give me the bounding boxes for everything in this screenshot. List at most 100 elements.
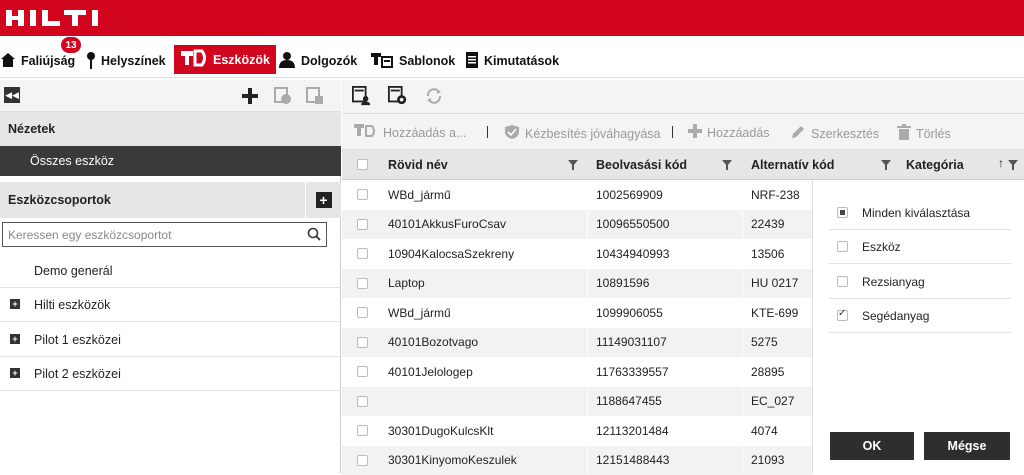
column-label: Alternatív kód xyxy=(751,158,834,172)
template-icon xyxy=(370,51,394,72)
row-checkbox[interactable] xyxy=(357,337,368,348)
group-label: Pilot 2 eszközei xyxy=(34,367,121,381)
hilti-logo[interactable] xyxy=(6,8,108,28)
category-filter-dropdown: Minden kiválasztása Eszköz Rezsianyag Se… xyxy=(812,180,1024,473)
short-name-cell: 40101Jelologep xyxy=(388,357,473,386)
checkbox[interactable] xyxy=(837,276,848,287)
search-icon[interactable] xyxy=(307,227,321,244)
delete-label: Törlés xyxy=(916,127,951,141)
short-name-cell: 40101Bozotvago xyxy=(388,328,478,357)
group-item[interactable]: + Pilot 2 eszközei xyxy=(0,357,341,391)
column-header-scan-code[interactable]: Beolvasási kód xyxy=(596,150,738,180)
column-divider xyxy=(587,180,588,473)
alt-code-cell: NRF-238 xyxy=(751,180,800,209)
group-item[interactable]: + Pilot 1 eszközei xyxy=(0,323,341,357)
refresh-icon[interactable] xyxy=(424,86,444,106)
add-button[interactable]: Hozzáadás xyxy=(688,124,770,141)
alt-code-cell: KTE-699 xyxy=(751,298,798,327)
add-group-button[interactable]: + xyxy=(305,182,341,218)
add-label: Hozzáadás xyxy=(707,126,770,140)
scan-code-cell: 1099906055 xyxy=(596,298,663,327)
row-checkbox[interactable] xyxy=(357,455,368,466)
scan-code-cell: 1188647455 xyxy=(596,387,662,416)
filter-icon[interactable] xyxy=(1008,160,1018,166)
group-search-field[interactable] xyxy=(2,222,327,247)
filter-icon[interactable] xyxy=(568,160,578,166)
row-checkbox[interactable] xyxy=(357,189,368,200)
nav-label: Helyszínek xyxy=(101,54,166,68)
row-checkbox[interactable] xyxy=(357,248,368,259)
scan-code-cell: 11149031107 xyxy=(596,328,667,357)
nav-item-templates[interactable]: Sablonok xyxy=(370,46,455,76)
plus-icon xyxy=(688,124,702,141)
row-checkbox[interactable] xyxy=(357,396,368,407)
column-header-alt-code[interactable]: Alternatív kód xyxy=(751,150,897,180)
expand-icon[interactable]: + xyxy=(10,368,20,378)
expand-icon[interactable]: + xyxy=(10,299,20,309)
filter-option-select-all[interactable]: Minden kiválasztása xyxy=(829,196,1011,230)
checkbox[interactable] xyxy=(837,310,848,321)
short-name-cell: WBd_jármű xyxy=(388,180,451,209)
select-all-checkbox[interactable] xyxy=(357,159,368,170)
add-icon[interactable] xyxy=(240,86,260,106)
filter-option-consumable[interactable]: Rezsianyag xyxy=(829,265,1011,299)
short-name-cell: 10904KalocsaSzekreny xyxy=(388,239,514,268)
nav-item-workers[interactable]: Dolgozók xyxy=(278,46,357,76)
group-label: Hilti eszközök xyxy=(34,298,110,312)
checkbox[interactable] xyxy=(837,207,848,218)
column-header-category[interactable]: Kategória ↑ xyxy=(906,150,1024,180)
shield-icon xyxy=(504,124,520,143)
edit-button[interactable]: Szerkesztés xyxy=(790,124,879,143)
alt-code-cell: 22439 xyxy=(751,210,784,239)
collapse-panel-button[interactable]: ◀◀ xyxy=(4,87,20,103)
short-name-cell: 40101AkkusFuroCsav xyxy=(388,210,506,239)
expand-icon[interactable]: + xyxy=(10,334,20,344)
nav-item-tools[interactable]: Eszközök xyxy=(174,45,276,74)
filter-option-auxiliary[interactable]: Segédanyag xyxy=(829,299,1011,333)
left-panel: ◀◀ Nézetek Összes eszköz Eszközcsoportok… xyxy=(0,80,341,473)
alt-code-cell: HU 0217 xyxy=(751,269,798,298)
alt-code-cell: 13506 xyxy=(751,239,784,268)
option-label: Rezsianyag xyxy=(862,275,925,289)
view-all-tools[interactable]: Összes eszköz xyxy=(0,146,341,176)
ok-button[interactable]: OK xyxy=(830,432,914,460)
scan-code-cell: 12113201484 xyxy=(596,416,669,445)
row-checkbox[interactable] xyxy=(357,278,368,289)
filter-option-tool[interactable]: Eszköz xyxy=(829,230,1011,264)
nav-item-reports[interactable]: Kimutatások xyxy=(465,46,559,76)
list-settings-icon[interactable] xyxy=(388,86,408,106)
group-item[interactable]: + Hilti eszközök xyxy=(0,288,341,322)
group-item[interactable]: Demo generál xyxy=(0,254,341,288)
delete-button[interactable]: Törlés xyxy=(897,124,951,143)
filter-icon[interactable] xyxy=(722,160,732,166)
notification-badge[interactable]: 13 xyxy=(60,36,82,54)
approve-delivery-button[interactable]: Kézbesítés jóváhagyása xyxy=(504,124,661,143)
row-checkbox[interactable] xyxy=(357,366,368,377)
user-list-icon[interactable] xyxy=(352,86,372,106)
separator xyxy=(487,126,488,138)
delete-view-icon[interactable] xyxy=(305,86,325,106)
nav-item-locations[interactable]: Helyszínek xyxy=(86,46,166,76)
nav-label: Kimutatások xyxy=(484,54,559,68)
cancel-button[interactable]: Mégse xyxy=(924,432,1010,460)
tool-add-icon xyxy=(354,124,378,141)
separator xyxy=(672,126,673,138)
row-checkbox[interactable] xyxy=(357,307,368,318)
checkbox[interactable] xyxy=(837,241,848,252)
column-header-short-name[interactable]: Rövid név xyxy=(388,150,584,180)
alt-code-cell: 5275 xyxy=(751,328,778,357)
views-header: Nézetek xyxy=(0,112,341,146)
short-name-cell: 30301KinyomoKeszulek xyxy=(388,446,517,475)
edit-view-icon[interactable] xyxy=(273,86,293,106)
row-checkbox[interactable] xyxy=(357,425,368,436)
row-checkbox[interactable] xyxy=(357,219,368,230)
alt-code-cell: EC_027 xyxy=(751,387,794,416)
column-divider xyxy=(742,180,743,473)
filter-icon[interactable] xyxy=(881,160,891,166)
option-label: Segédanyag xyxy=(862,309,929,323)
approve-delivery-label: Kézbesítés jóváhagyása xyxy=(525,127,661,141)
plus-icon: + xyxy=(316,192,332,208)
group-search-input[interactable] xyxy=(3,223,298,246)
sort-up-icon[interactable]: ↑ xyxy=(998,156,1004,170)
add-to-button[interactable]: Hozzáadás a... xyxy=(354,124,466,141)
